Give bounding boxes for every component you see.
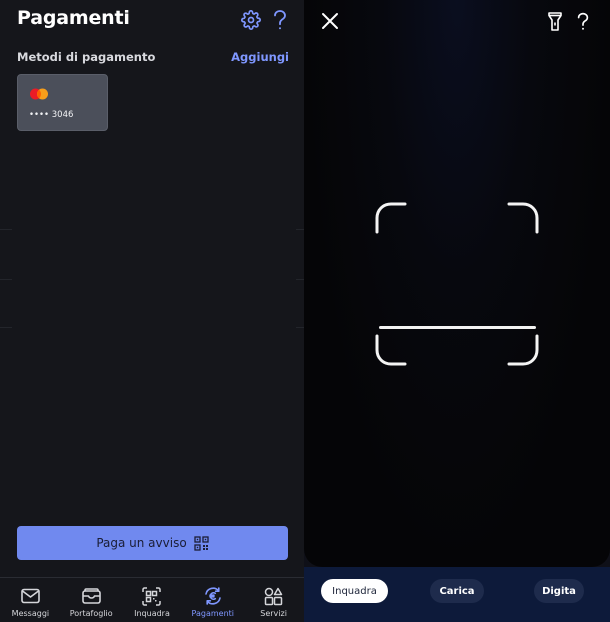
pay-notice-label: Paga un avviso	[96, 536, 187, 550]
mastercard-logo	[30, 88, 48, 100]
divider	[0, 279, 12, 280]
nav-item-wallet[interactable]: Portafoglio	[61, 578, 122, 622]
bottom-navigation: Messaggi Portafoglio Inquadra Pagamenti …	[0, 577, 304, 622]
scan-line	[379, 326, 536, 329]
nav-item-services[interactable]: Servizi	[243, 578, 304, 622]
payment-methods-title: Metodi di pagamento	[17, 50, 156, 64]
nav-item-scan[interactable]: Inquadra	[122, 578, 183, 622]
flashlight-icon[interactable]	[545, 10, 565, 32]
qr-code-icon	[194, 535, 209, 551]
payment-methods-row: Metodi di pagamento Aggiungi	[17, 49, 289, 67]
question-icon[interactable]	[574, 9, 592, 33]
mode-type-button[interactable]: Digita	[534, 579, 584, 603]
nav-label: Portafoglio	[69, 609, 113, 618]
nav-label: Servizi	[260, 609, 287, 618]
card-masked-number: •••• 3046	[29, 110, 74, 120]
divider	[0, 229, 12, 230]
euro-exchange-icon	[203, 586, 223, 606]
divider	[296, 229, 304, 230]
nav-label: Inquadra	[134, 609, 170, 618]
envelope-icon	[20, 586, 40, 606]
screen-root: Pagamenti Metodi di pagamento Aggiungi •…	[0, 0, 610, 622]
payments-screen: Pagamenti Metodi di pagamento Aggiungi •…	[0, 0, 304, 622]
nav-item-messages[interactable]: Messaggi	[0, 578, 61, 622]
nav-label: Messaggi	[11, 609, 50, 618]
wallet-icon	[81, 586, 101, 606]
question-icon[interactable]	[269, 9, 291, 31]
scan-mode-bar: Inquadra Carica Digita	[304, 567, 610, 622]
scanner-screen: Inquadra Carica Digita	[304, 0, 610, 622]
divider	[0, 327, 12, 328]
nav-item-payments[interactable]: Pagamenti	[182, 578, 243, 622]
payment-card[interactable]: •••• 3046	[17, 74, 108, 131]
nav-label: Pagamenti	[191, 609, 235, 618]
close-icon[interactable]	[319, 10, 341, 32]
scan-frame	[375, 202, 539, 366]
pay-notice-button[interactable]: Paga un avviso	[17, 526, 288, 560]
mode-scan-button[interactable]: Inquadra	[321, 579, 388, 603]
payments-header: Pagamenti	[0, 0, 304, 42]
divider	[296, 327, 304, 328]
divider	[296, 279, 304, 280]
qr-scan-icon	[142, 586, 162, 606]
mode-upload-button[interactable]: Carica	[430, 579, 484, 603]
camera-viewfinder	[304, 0, 610, 567]
grid-icon	[264, 586, 284, 606]
add-payment-method-link[interactable]: Aggiungi	[231, 50, 289, 64]
page-title: Pagamenti	[17, 7, 130, 29]
gear-icon[interactable]	[240, 9, 262, 31]
